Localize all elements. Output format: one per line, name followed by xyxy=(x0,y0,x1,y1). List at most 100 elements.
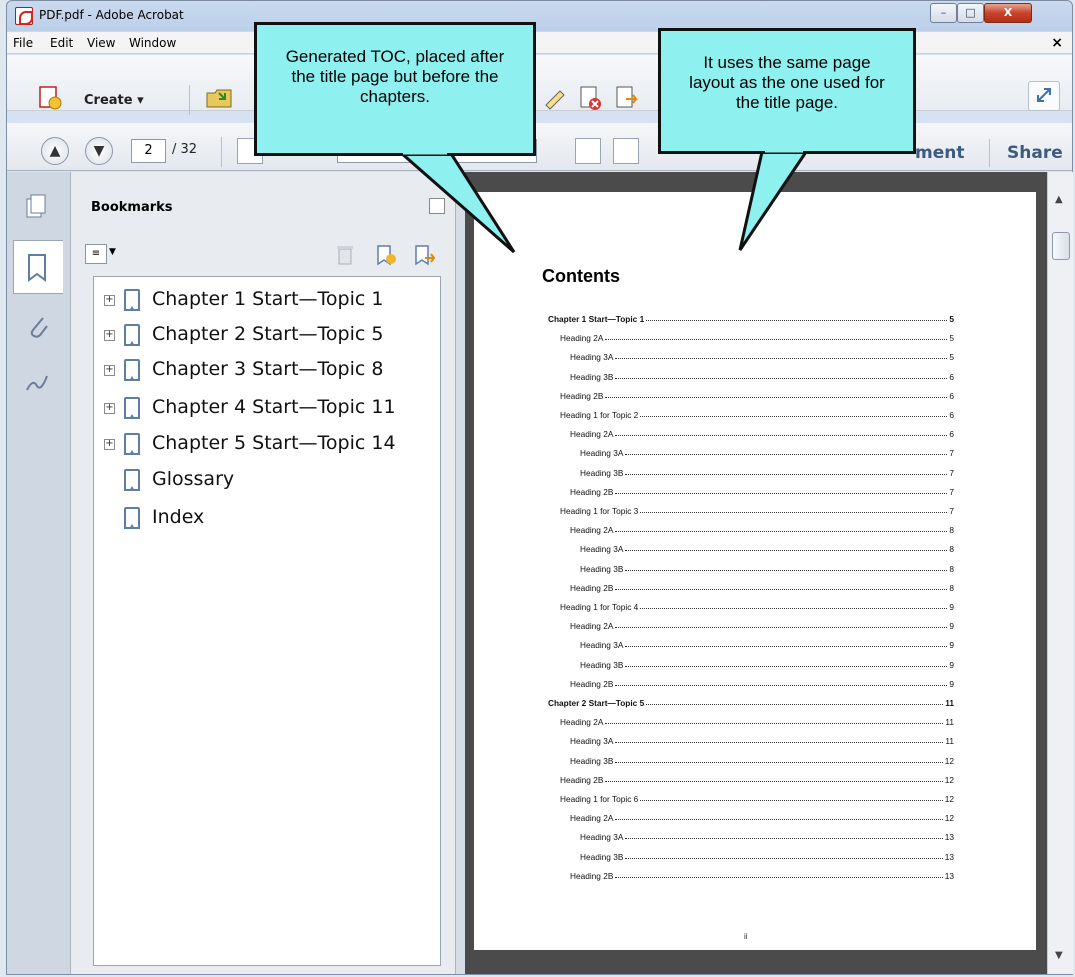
scroll-down-icon[interactable]: ▼ xyxy=(1055,950,1063,961)
toc-entry[interactable]: Heading 3A 11 xyxy=(570,732,954,746)
toc-entry[interactable]: Heading 2B 6 xyxy=(560,387,954,401)
toc-entry[interactable]: Heading 2B 9 xyxy=(570,675,954,689)
fit-width-icon[interactable] xyxy=(575,138,601,164)
expand-icon[interactable]: + xyxy=(104,330,115,341)
bookmark-item[interactable]: + Chapter 2 Start—Topic 5 xyxy=(94,322,434,352)
toc-entry-text: Heading 1 for Topic 4 xyxy=(560,602,639,612)
bookmark-item[interactable]: + Chapter 4 Start—Topic 11 xyxy=(94,395,434,425)
toc-entry[interactable]: Heading 2B 13 xyxy=(570,867,954,881)
toc-entry-page: 9 xyxy=(949,621,954,632)
minimize-button[interactable]: – xyxy=(930,3,957,23)
toc-entry[interactable]: Heading 3B 13 xyxy=(580,848,954,862)
previous-page-button[interactable]: ▲ xyxy=(41,137,69,165)
toc-entry[interactable]: Heading 3A 9 xyxy=(580,636,954,650)
toc-leader-dots xyxy=(625,665,948,667)
toc-entry[interactable]: Heading 3B 6 xyxy=(570,368,954,382)
toc-entry[interactable]: Heading 1 for Topic 6 12 xyxy=(560,790,954,804)
toc-entry[interactable]: Heading 1 for Topic 3 7 xyxy=(560,502,954,516)
toc-leader-dots xyxy=(615,684,948,686)
new-bookmark-icon[interactable] xyxy=(375,244,397,266)
bookmark-item[interactable]: Index xyxy=(94,505,434,535)
expand-bookmark-icon[interactable] xyxy=(413,244,436,266)
close-button[interactable]: X xyxy=(984,3,1032,23)
hide-panel-button[interactable] xyxy=(429,198,445,214)
bookmarks-button[interactable] xyxy=(13,240,63,294)
create-pdf-icon[interactable] xyxy=(37,85,63,111)
toc-entry[interactable]: Heading 2B 7 xyxy=(570,483,954,497)
page-footer: ii xyxy=(744,932,748,941)
toc-entry[interactable]: Heading 1 for Topic 4 9 xyxy=(560,598,954,612)
toc-leader-dots xyxy=(605,723,944,725)
export-page-icon[interactable] xyxy=(614,85,640,111)
toc-entry[interactable]: Heading 2B 8 xyxy=(570,579,954,593)
attachments-button[interactable] xyxy=(13,302,63,356)
bookmark-icon xyxy=(124,289,140,311)
next-page-button[interactable]: ▼ xyxy=(85,137,113,165)
toc-entry[interactable]: Heading 2A 5 xyxy=(560,329,954,343)
toc-entry[interactable]: Heading 3B 8 xyxy=(580,560,954,574)
toc-entry[interactable]: Heading 1 for Topic 2 6 xyxy=(560,406,954,420)
document-view[interactable]: Contents Chapter 1 Start—Topic 1 5 Heading… xyxy=(465,172,1047,974)
toc-entry[interactable]: Heading 3B 12 xyxy=(570,752,954,766)
expand-icon[interactable]: + xyxy=(104,439,115,450)
bookmark-label: Chapter 2 Start—Topic 5 xyxy=(152,323,384,345)
vertical-scrollbar[interactable]: ▲ ▼ xyxy=(1047,172,1073,974)
delete-bookmark-icon[interactable] xyxy=(335,244,357,266)
toc-entry[interactable]: Heading 2A 9 xyxy=(570,617,954,631)
panel-splitter[interactable] xyxy=(455,172,465,974)
bookmark-item[interactable]: Glossary xyxy=(94,467,434,497)
page-number-input[interactable]: 2 xyxy=(131,139,166,163)
toc-entry[interactable]: Chapter 1 Start—Topic 1 5 xyxy=(548,310,954,324)
scroll-thumb[interactable] xyxy=(1052,232,1070,260)
toc-entry[interactable]: Heading 3B 9 xyxy=(580,656,954,670)
toc-entry-text: Heading 3B xyxy=(580,659,624,670)
toc-entry[interactable]: Heading 3B 7 xyxy=(580,464,954,478)
toc-entry[interactable]: Heading 2A 12 xyxy=(570,809,954,823)
toc-entry-page: 7 xyxy=(949,448,954,459)
menu-window[interactable]: Window xyxy=(129,36,176,50)
maximize-button[interactable]: □ xyxy=(957,3,984,23)
toc-entry[interactable]: Chapter 2 Start—Topic 5 11 xyxy=(548,694,954,708)
callout-text: It uses the same page layout as the one … xyxy=(689,53,885,112)
toc-entry[interactable]: Heading 2A 11 xyxy=(560,713,954,727)
bookmark-item[interactable]: + Chapter 3 Start—Topic 8 xyxy=(94,357,434,387)
delete-page-icon[interactable] xyxy=(578,85,604,111)
menu-edit[interactable]: Edit xyxy=(50,36,73,50)
page-thumbnails-button[interactable] xyxy=(13,184,63,238)
menu-view[interactable]: View xyxy=(87,36,115,50)
toc-entry[interactable]: Heading 3A 8 xyxy=(580,540,954,554)
toc-entry-text: Heading 3A xyxy=(570,352,614,363)
toc-entry[interactable]: Heading 2A 6 xyxy=(570,425,954,439)
share-tab[interactable]: Share xyxy=(1007,143,1063,163)
bookmark-item[interactable]: + Chapter 1 Start—Topic 1 xyxy=(94,287,434,317)
scroll-up-icon[interactable]: ▲ xyxy=(1055,194,1063,205)
toc-entry-text: Heading 3A xyxy=(580,640,624,651)
toc-entry[interactable]: Heading 2A 8 xyxy=(570,521,954,535)
toc-entry-page: 7 xyxy=(949,486,954,497)
expand-icon[interactable]: + xyxy=(104,403,115,414)
sign-icon[interactable] xyxy=(542,85,568,111)
signatures-button[interactable] xyxy=(13,358,63,412)
expand-icon[interactable] xyxy=(1028,81,1060,111)
expand-icon[interactable]: + xyxy=(104,295,115,306)
fit-page-icon[interactable] xyxy=(613,138,639,164)
toc-entry[interactable]: Heading 3A 5 xyxy=(570,348,954,362)
bookmarks-tree: + Chapter 1 Start—Topic 1 + Chapter 2 St… xyxy=(93,276,441,966)
close-document-icon[interactable]: × xyxy=(1051,35,1063,51)
toc-leader-dots xyxy=(625,646,948,648)
options-menu-icon[interactable]: ≡ xyxy=(85,244,107,264)
menu-file[interactable]: File xyxy=(13,36,33,50)
toc-leader-dots xyxy=(646,320,948,321)
chevron-down-icon[interactable]: ▼ xyxy=(109,247,116,257)
toc-entry-text: Chapter 2 Start—Topic 5 xyxy=(548,698,645,708)
toc-entry[interactable]: Heading 3A 7 xyxy=(580,444,954,458)
create-button[interactable]: Create ▾ xyxy=(84,93,144,108)
open-folder-icon[interactable] xyxy=(205,85,232,111)
toc-leader-dots xyxy=(640,800,943,801)
comment-tab[interactable]: ment xyxy=(915,143,964,163)
toc-entry[interactable]: Heading 3A 13 xyxy=(580,828,954,842)
bookmark-icon xyxy=(124,324,140,346)
toc-entry[interactable]: Heading 2B 12 xyxy=(560,771,954,785)
bookmark-item[interactable]: + Chapter 5 Start—Topic 14 xyxy=(94,431,434,461)
expand-icon[interactable]: + xyxy=(104,365,115,376)
